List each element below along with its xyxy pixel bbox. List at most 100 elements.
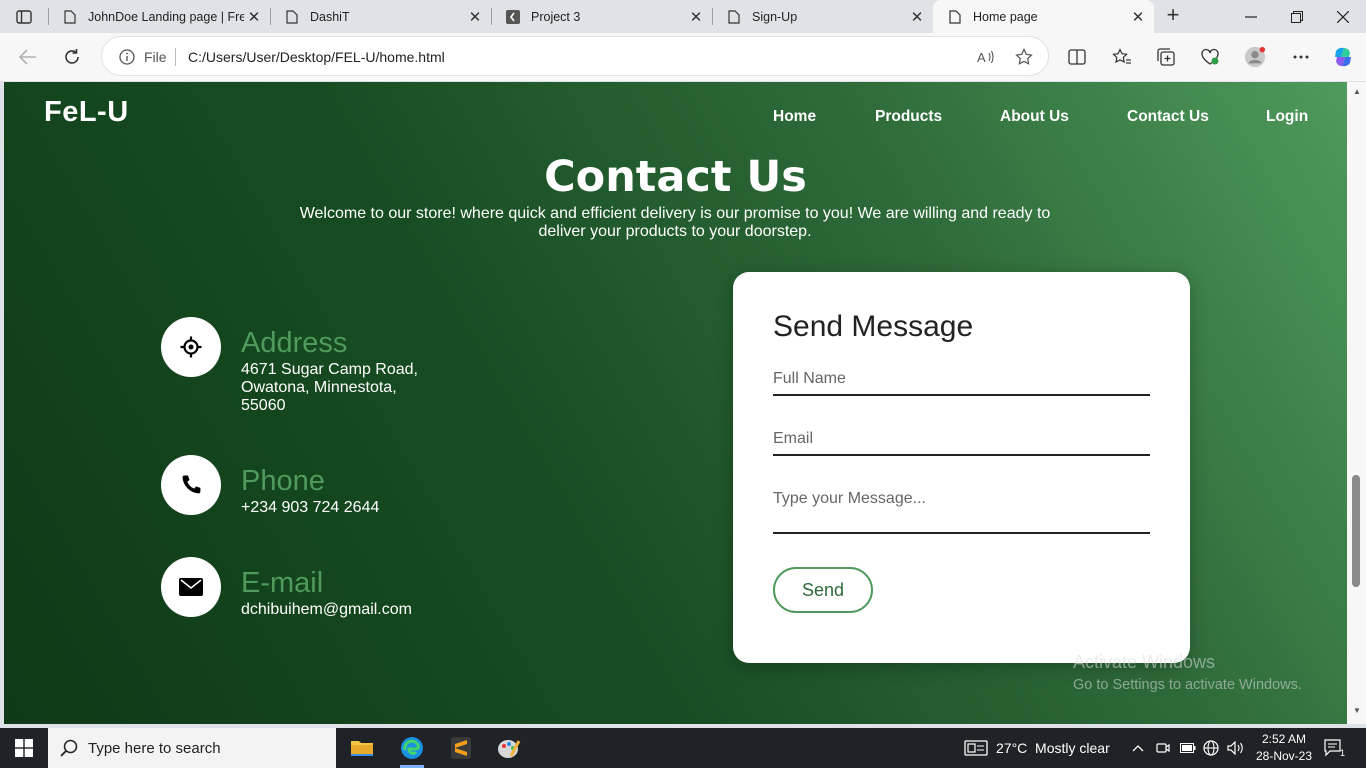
nav-contact-us[interactable]: Contact Us (1127, 108, 1209, 126)
tab-title: Home page (973, 9, 1038, 24)
address-title: Address (241, 327, 348, 359)
tab-dashit[interactable]: DashiT ✕ (270, 0, 491, 33)
page-title: Contact Us (544, 152, 807, 202)
url-text[interactable]: C:/Users/User/Desktop/FEL-U/home.html (188, 49, 445, 65)
email-title: E-mail (241, 567, 324, 599)
info-icon[interactable] (118, 48, 136, 66)
close-icon[interactable]: ✕ (1128, 8, 1148, 26)
show-hidden-icons-icon[interactable] (1132, 728, 1144, 768)
taskbar: Type here to search 27°C Mostly clear 2:… (0, 728, 1366, 768)
close-icon[interactable]: ✕ (465, 8, 485, 26)
tab-sign-up[interactable]: Sign-Up ✕ (712, 0, 933, 33)
windows-start-icon[interactable] (0, 728, 48, 768)
more-options-icon[interactable] (1290, 46, 1312, 68)
notification-center-icon[interactable]: 1 (1324, 728, 1345, 768)
tab-title: DashiT (310, 9, 350, 24)
restore-button[interactable] (1274, 0, 1320, 33)
email-placeholder: Email (773, 430, 814, 447)
tab-johndoe[interactable]: JohnDoe Landing page | Free ✕ (48, 0, 270, 33)
back-arrow-icon[interactable] (16, 45, 40, 69)
page-icon (726, 9, 742, 25)
page-viewport: FeL-U Home Products About Us Contact Us … (4, 82, 1347, 724)
weather-widget[interactable]: 27°C Mostly clear (964, 728, 1110, 768)
vertical-scrollbar[interactable]: ▲ ▼ (1347, 82, 1366, 724)
meet-now-icon[interactable] (1156, 728, 1170, 768)
close-icon[interactable]: ✕ (244, 8, 264, 26)
address-bar[interactable]: File C:/Users/User/Desktop/FEL-U/home.ht… (101, 36, 1049, 76)
collections-icon[interactable] (1155, 46, 1177, 68)
form-title: Send Message (773, 310, 974, 343)
project-icon (505, 9, 521, 25)
full-name-placeholder: Full Name (773, 370, 846, 387)
paint-icon[interactable] (489, 732, 529, 764)
weather-text: 27°C Mostly clear (996, 740, 1110, 756)
full-name-field[interactable]: Full Name (773, 370, 1150, 396)
edge-browser-icon[interactable] (392, 732, 432, 768)
page-icon (62, 9, 78, 25)
favorites-icon[interactable] (1111, 46, 1133, 68)
message-field[interactable]: Type your Message... (773, 490, 1150, 534)
weather-icon (964, 740, 988, 756)
scroll-down-arrow-icon[interactable]: ▼ (1352, 706, 1362, 716)
phone-number: +234 903 724 2644 (241, 499, 380, 516)
system-clock[interactable]: 2:52 AM 28-Nov-23 (1253, 731, 1315, 765)
refresh-icon[interactable] (60, 45, 84, 69)
contact-form-card: Send Message Full Name Email Type your M… (733, 272, 1190, 663)
address-line: Owatona, Minnestota, (241, 379, 397, 396)
taskbar-search-box[interactable]: Type here to search (48, 728, 336, 768)
send-button[interactable]: Send (773, 567, 873, 613)
split-screen-icon[interactable] (1066, 46, 1088, 68)
sublime-text-icon[interactable] (441, 732, 481, 764)
clock-time: 2:52 AM (1261, 732, 1307, 746)
address-line: 4671 Sugar Camp Road, (241, 361, 418, 378)
favorite-star-icon[interactable] (1014, 47, 1034, 67)
nav-about-us[interactable]: About Us (1000, 108, 1069, 126)
battery-icon[interactable] (1180, 728, 1196, 768)
tab-project-3[interactable]: Project 3 ✕ (491, 0, 712, 33)
tab-title: Project 3 (531, 9, 581, 24)
browser-essentials-icon[interactable] (1199, 46, 1221, 68)
divider (175, 48, 176, 66)
copilot-icon[interactable] (1332, 46, 1354, 68)
envelope-icon (161, 557, 221, 617)
close-icon[interactable]: ✕ (907, 8, 927, 26)
profile-avatar-icon[interactable] (1244, 46, 1266, 68)
site-logo[interactable]: FeL-U (44, 96, 129, 129)
message-placeholder: Type your Message... (773, 490, 926, 507)
email-field[interactable]: Email (773, 430, 1150, 456)
file-scheme-label: File (144, 49, 167, 65)
read-aloud-icon[interactable]: A (976, 47, 996, 67)
tab-title: JohnDoe Landing page | Free (88, 9, 244, 24)
network-globe-icon[interactable] (1203, 728, 1219, 768)
browser-toolbar: File C:/Users/User/Desktop/FEL-U/home.ht… (0, 33, 1366, 81)
notification-count: 1 (1340, 748, 1346, 758)
search-icon (60, 739, 80, 757)
location-icon (161, 317, 221, 377)
email-address: dchibuihem@gmail.com (241, 601, 412, 618)
svg-text:A: A (977, 50, 986, 65)
file-explorer-icon[interactable] (342, 732, 382, 764)
close-window-button[interactable] (1320, 0, 1366, 33)
phone-icon (161, 455, 221, 515)
scroll-thumb[interactable] (1352, 475, 1360, 587)
intro-text: Welcome to our store! where quick and ef… (299, 205, 1051, 240)
scroll-up-arrow-icon[interactable]: ▲ (1352, 87, 1362, 97)
new-tab-button[interactable]: + (1160, 4, 1186, 28)
tab-actions-icon[interactable] (10, 7, 38, 27)
page-icon (947, 9, 963, 25)
nav-products[interactable]: Products (875, 108, 942, 126)
tab-strip: JohnDoe Landing page | Free ✕ DashiT ✕ P… (0, 0, 1366, 33)
close-icon[interactable]: ✕ (686, 8, 706, 26)
tab-title: Sign-Up (752, 9, 798, 24)
address-line: 55060 (241, 397, 286, 414)
clock-date: 28-Nov-23 (1255, 749, 1313, 763)
tab-home-page[interactable]: Home page ✕ (933, 0, 1154, 33)
volume-icon[interactable] (1227, 728, 1245, 768)
activation-watermark: Activate Windows (1073, 652, 1216, 672)
search-placeholder: Type here to search (88, 739, 221, 757)
phone-title: Phone (241, 465, 325, 497)
activation-watermark-subtext: Go to Settings to activate Windows. (1073, 677, 1302, 693)
nav-login[interactable]: Login (1266, 108, 1308, 126)
minimize-button[interactable] (1228, 0, 1274, 33)
nav-home[interactable]: Home (773, 108, 816, 126)
